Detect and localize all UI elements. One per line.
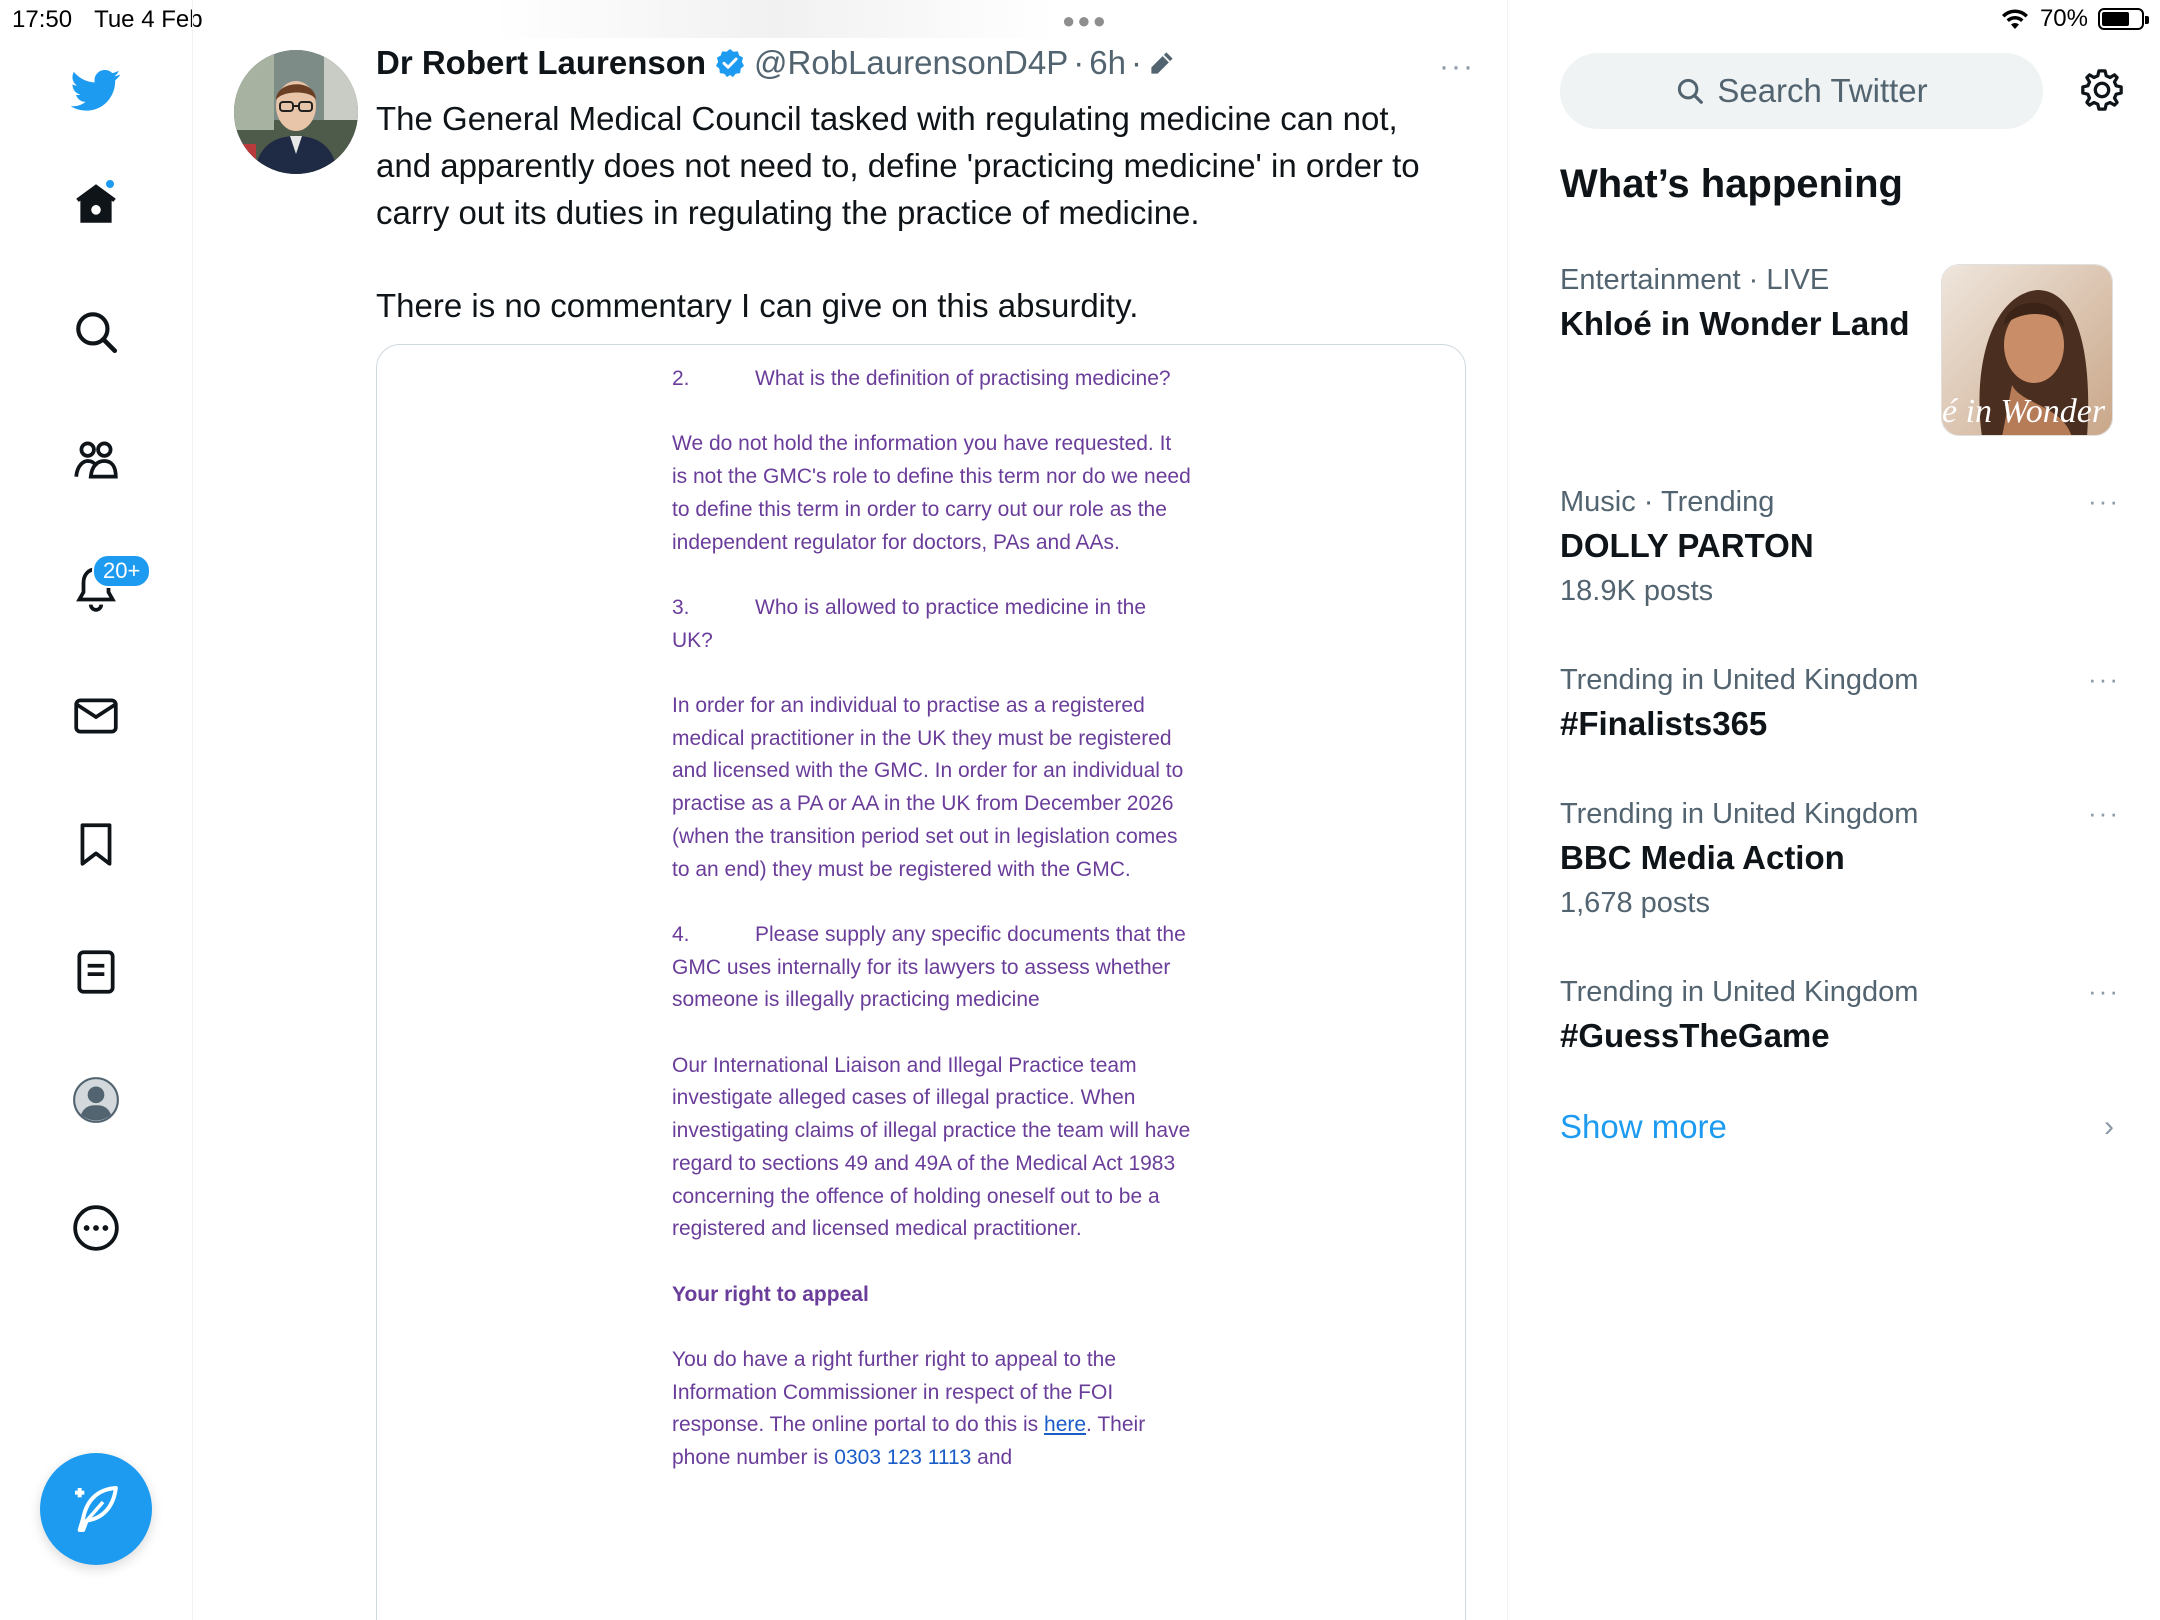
notifications-bell-icon[interactable]: 20+ <box>60 552 152 624</box>
trend-more-icon[interactable]: ··· <box>2088 486 2120 517</box>
answer-2: We do not hold the information you have … <box>672 432 1191 554</box>
tweet-text-paragraph-2: There is no commentary I can give on thi… <box>376 287 1139 324</box>
separator-dot: · <box>1073 44 1085 81</box>
left-nav: 20+ <box>0 0 193 1620</box>
trend-name: #Finalists365 <box>1560 705 1768 742</box>
trend-category: Trending in United Kingdom <box>1560 664 1919 696</box>
trend-more-icon[interactable]: ··· <box>2088 798 2120 829</box>
compose-feather-icon <box>75 1486 118 1532</box>
more-options-icon[interactable] <box>60 1192 132 1264</box>
show-more-label: Show more <box>1560 1108 1727 1145</box>
messages-envelope-icon[interactable] <box>60 680 132 752</box>
tweet-text-paragraph-1: The General Medical Council tasked with … <box>376 100 1420 231</box>
compose-tweet-button[interactable] <box>40 1453 152 1565</box>
appeal-heading: Your right to appeal <box>672 1282 869 1306</box>
phone-suffix: and <box>977 1446 1013 1470</box>
author-avatar[interactable] <box>234 50 358 174</box>
trend-item-3[interactable]: Trending in United Kingdom #Finalists365… <box>1560 664 2120 743</box>
question-4-number: 4. <box>672 922 690 946</box>
trend-item-2[interactable]: Music · Trending DOLLY PARTON 18.9K post… <box>1560 486 2120 608</box>
answer-3: In order for an individual to practise a… <box>672 693 1184 881</box>
tweet-timestamp[interactable]: 6h <box>1089 44 1126 82</box>
author-handle[interactable]: @RobLaurensonD4P <box>754 44 1068 82</box>
lists-icon[interactable] <box>60 936 132 1008</box>
trend-post-count: 18.9K posts <box>1560 575 1714 607</box>
author-name[interactable]: Dr Robert Laurenson <box>376 44 706 82</box>
main-timeline: Dr Robert Laurenson @RobLaurensonD4P · 6… <box>194 0 1508 1620</box>
tweet-text: The General Medical Council tasked with … <box>376 95 1436 329</box>
home-icon[interactable] <box>60 168 132 240</box>
whats-happening-heading: What’s happening <box>1560 162 1903 206</box>
trend-name: #GuessTheGame <box>1560 1017 1830 1054</box>
trend-post-count: 1,678 posts <box>1560 887 1710 919</box>
trend-category: Trending in United Kingdom <box>1560 976 1919 1008</box>
top-fade-overlay <box>494 0 1054 38</box>
settings-gear-icon[interactable] <box>2074 62 2130 118</box>
phone-number: 0303 123 1113 <box>834 1446 972 1470</box>
explore-search-icon[interactable] <box>60 296 132 368</box>
question-2-text: What is the definition of practising med… <box>755 367 1171 390</box>
separator-dot: · <box>1130 44 1142 81</box>
question-2-number: 2. <box>672 367 690 390</box>
verified-badge-icon[interactable] <box>714 47 746 79</box>
appeal-link: here <box>1044 1413 1087 1437</box>
communities-icon[interactable] <box>60 424 132 496</box>
edited-pencil-icon[interactable] <box>1147 48 1177 78</box>
trend-item-4[interactable]: Trending in United Kingdom BBC Media Act… <box>1560 798 2120 920</box>
bookmarks-icon[interactable] <box>60 808 132 880</box>
trend-more-icon[interactable]: ··· <box>2088 664 2120 695</box>
question-4: 4. Please supply any specific documents t… <box>672 919 1192 1017</box>
trend-name: DOLLY PARTON <box>1560 527 1814 564</box>
trend-more-icon[interactable]: ··· <box>2088 976 2120 1007</box>
home-unread-dot <box>104 178 116 190</box>
trend-item-5[interactable]: Trending in United Kingdom #GuessTheGame… <box>1560 976 2120 1055</box>
trend-thumbnail-caption: é in Wonder L <box>1942 393 2112 430</box>
trend-category: Music · Trending <box>1560 486 1775 518</box>
tweet-header: Dr Robert Laurenson @RobLaurensonD4P · 6… <box>376 44 1177 82</box>
right-sidebar: Search Twitter What’s happening Entertai… <box>1509 0 2160 1620</box>
trend-thumbnail-image[interactable]: é in Wonder L <box>1941 264 2113 436</box>
chevron-right-icon: › <box>2104 1110 2114 1143</box>
trend-category: Trending in United Kingdom <box>1560 798 1919 830</box>
notifications-badge: 20+ <box>92 554 152 588</box>
search-icon <box>1678 78 1704 104</box>
twitter-logo-icon[interactable] <box>60 54 132 126</box>
tweet-attached-image[interactable]: 2. What is the definition of practising m… <box>376 344 1466 1620</box>
question-3-number: 3. <box>672 595 690 619</box>
appeal-paragraph: You do have a right further right to app… <box>672 1347 1146 1470</box>
answer-4: Our International Liaison and Illegal Pr… <box>672 1053 1191 1241</box>
question-3: 3. Who is allowed to practice medicine in… <box>672 592 1192 657</box>
search-twitter-input[interactable]: Search Twitter <box>1560 53 2043 129</box>
search-placeholder: Search Twitter <box>1717 72 1928 109</box>
profile-avatar-icon[interactable] <box>60 1064 132 1136</box>
show-more-link[interactable]: Show more › <box>1560 1108 2120 1146</box>
trend-name: BBC Media Action <box>1560 839 1845 876</box>
question-2: 2. What is the definition of practising m… <box>672 363 1192 396</box>
tweet-more-options-icon[interactable]: ··· <box>1439 50 1475 84</box>
foi-document-text: 2. What is the definition of practising m… <box>672 363 1192 1475</box>
